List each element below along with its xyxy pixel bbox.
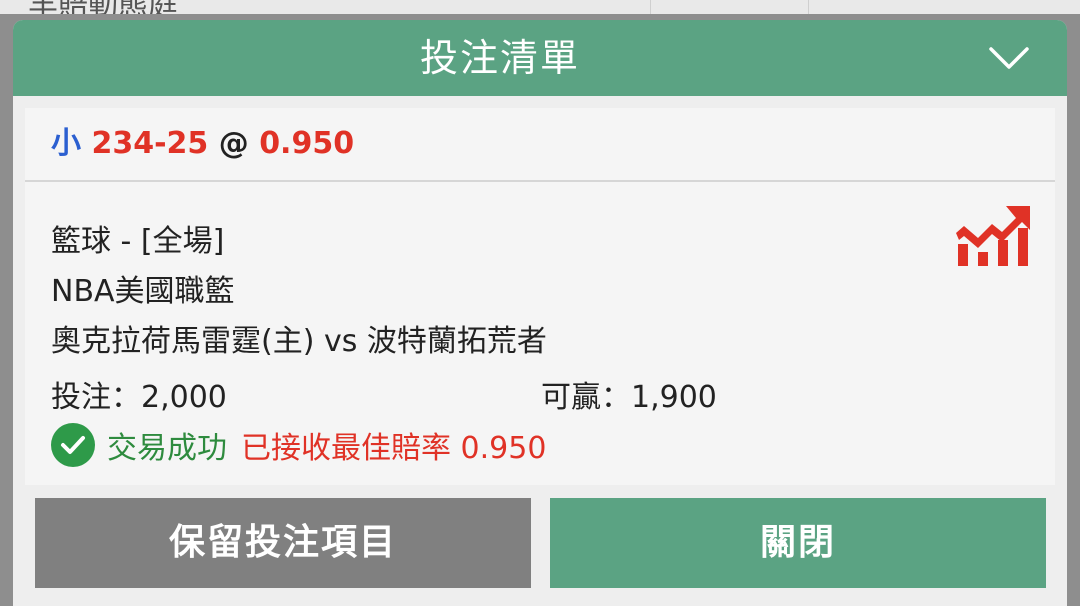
selection-at: @ — [218, 126, 249, 161]
check-circle-icon — [51, 423, 95, 467]
potential-win: 可贏：1,900 — [541, 372, 717, 416]
stats-chart-icon[interactable] — [956, 206, 1030, 266]
stake-value: 2,000 — [141, 380, 227, 415]
win-value: 1,900 — [631, 380, 717, 415]
bet-league: NBA美國職籃 — [51, 274, 235, 309]
close-button[interactable]: 關閉 — [550, 498, 1046, 588]
background-text: 羊賠動態庭 — [28, 0, 178, 14]
selection-side: 小 — [51, 126, 81, 161]
status-odds-note: 已接收最佳賠率 0.950 — [241, 431, 547, 466]
status-row: 交易成功 已接收最佳賠率 0.950 — [51, 422, 546, 468]
selection-line: 234-25 — [91, 126, 209, 161]
bet-match: 奧克拉荷馬雷霆(主) vs 波特蘭拓荒者 — [51, 324, 547, 359]
background-page: 羊賠動態庭 — [0, 0, 1080, 14]
win-label: 可贏： — [541, 380, 631, 415]
chevron-down-icon[interactable] — [987, 38, 1031, 78]
selection-odds: 0.950 — [259, 126, 355, 161]
keep-selections-button[interactable]: 保留投注項目 — [35, 498, 531, 588]
bet-card: 小 234-25 @ 0.950 籃球 - [全場] NBA美國職籃 奧克拉荷馬… — [25, 108, 1055, 485]
status-success-text: 交易成功 — [107, 431, 227, 466]
bet-market: 籃球 - [全場] — [51, 224, 225, 259]
background-divider — [650, 0, 651, 14]
stake-label: 投注： — [51, 380, 141, 415]
bet-slip-panel: 投注清單 小 234-25 @ 0.950 籃球 - [全場] NBA美國職籃 … — [13, 20, 1067, 606]
stake-amount: 投注：2,000 — [51, 372, 227, 416]
selection-summary: 小 234-25 @ 0.950 — [51, 108, 354, 180]
background-divider — [808, 0, 809, 14]
selection-row: 小 234-25 @ 0.950 — [25, 108, 1055, 182]
bet-slip-header[interactable]: 投注清單 — [13, 20, 1067, 96]
bet-slip-title: 投注清單 — [419, 36, 580, 80]
